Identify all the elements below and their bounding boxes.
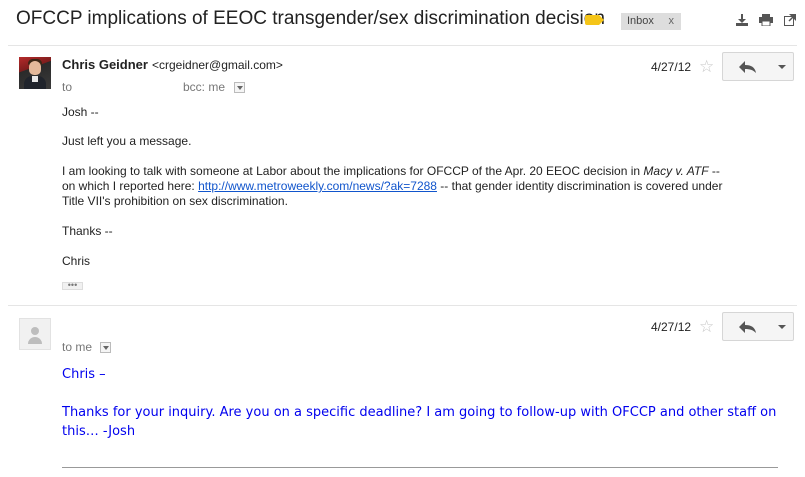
sender-name[interactable]: Chris Geidner [62, 57, 148, 72]
sender-avatar[interactable] [19, 57, 51, 89]
star-icon[interactable]: ☆ [699, 58, 714, 75]
message-date[interactable]: 4/27/12 [651, 320, 691, 334]
header-divider [8, 45, 797, 46]
label-marker-icon[interactable] [585, 15, 604, 25]
message-paragraph: I am looking to talk with someone at Lab… [62, 164, 723, 208]
message-signature: Chris [62, 254, 91, 268]
article-link[interactable]: http://www.metroweekly.com/news/?ak=7288 [198, 179, 437, 193]
reply-arrow-icon [739, 321, 756, 333]
message-divider [8, 305, 797, 306]
sender-avatar-placeholder[interactable] [19, 318, 51, 350]
remove-label-button[interactable]: x [669, 15, 675, 27]
message-closing: Thanks -- [62, 224, 113, 238]
download-icon[interactable] [735, 14, 749, 28]
message-greeting: Chris – [62, 367, 106, 382]
message-greeting: Josh -- [62, 105, 99, 119]
recipient-to-label: to me [62, 340, 93, 354]
reply-arrow-icon [739, 61, 756, 73]
more-actions-button[interactable] [770, 52, 794, 81]
star-icon[interactable]: ☆ [699, 318, 714, 335]
reply-button[interactable] [722, 52, 771, 81]
new-window-icon[interactable] [783, 14, 797, 28]
recipient-to-label: to [62, 80, 73, 94]
print-icon[interactable] [759, 14, 773, 28]
more-actions-button[interactable] [770, 312, 794, 341]
show-trimmed-content-button[interactable]: ••• [62, 281, 83, 290]
recipient-details-dropdown[interactable] [100, 342, 111, 353]
inbox-label-text: Inbox [627, 15, 654, 27]
message-line: this… -Josh [62, 424, 136, 439]
sender-email: <crgeidner@gmail.com> [152, 58, 283, 72]
inbox-label-chip[interactable]: Inbox x [621, 13, 681, 30]
reply-button[interactable] [722, 312, 771, 341]
message-line: Thanks for your inquiry. Are you on a sp… [62, 405, 777, 420]
message-line: Just left you a message. [62, 134, 192, 148]
recipient-bcc-label: bcc: me [183, 80, 226, 94]
thread-subject: OFCCP implications of EEOC transgender/s… [16, 8, 605, 29]
message-date[interactable]: 4/27/12 [651, 60, 691, 74]
bottom-divider [62, 467, 778, 468]
recipient-details-dropdown[interactable] [234, 82, 245, 93]
